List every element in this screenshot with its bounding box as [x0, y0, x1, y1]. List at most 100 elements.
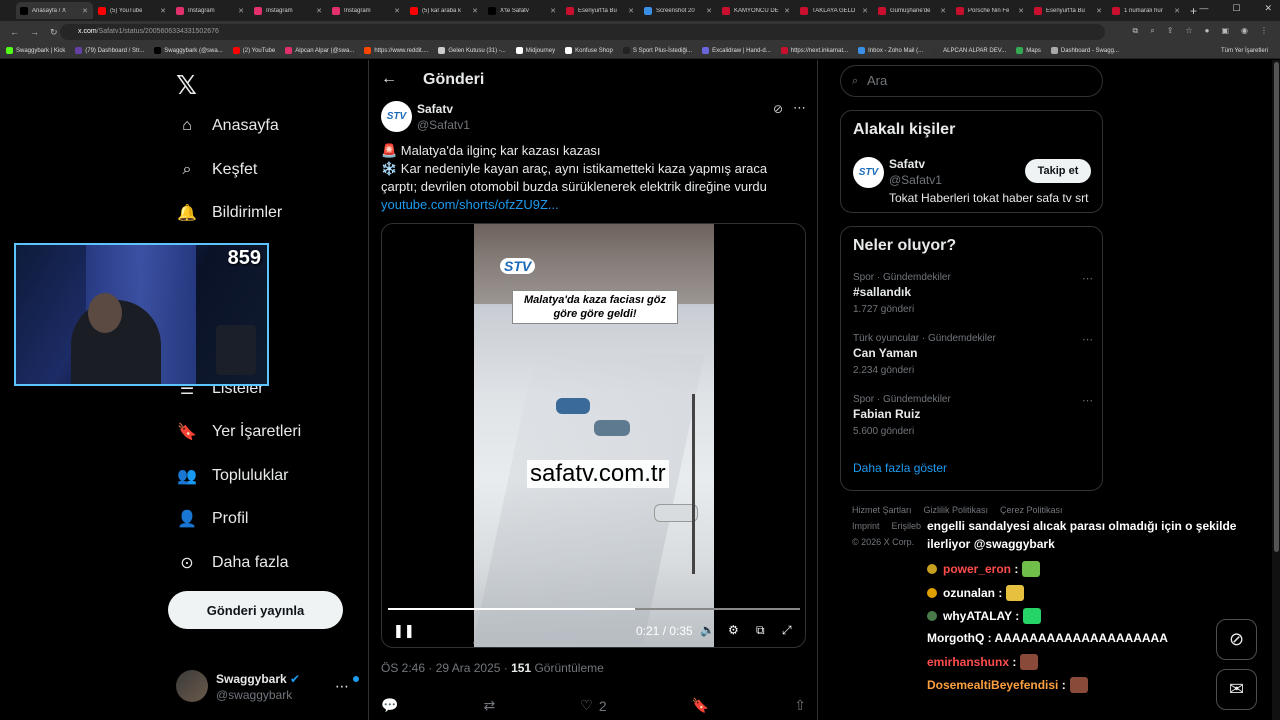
bookmark-item[interactable]: https://next.inkarnat...: [780, 47, 848, 54]
bookmark-item[interactable]: Swaggybark (@swa...: [154, 47, 223, 54]
browser-tab[interactable]: TAKLAYA GELD ✕: [796, 2, 873, 19]
page-scrollbar[interactable]: [1272, 60, 1280, 720]
browser-tab[interactable]: 1 numaralı hur ✕: [1108, 2, 1185, 19]
browser-tab[interactable]: Gümüşhane'de ✕: [874, 2, 951, 19]
tab-close-icon[interactable]: ✕: [940, 7, 946, 15]
browser-tab[interactable]: (5) kar araba k ✕: [406, 2, 483, 19]
repost-icon[interactable]: ⇄: [484, 697, 496, 714]
person-handle[interactable]: @Safatv1: [889, 173, 942, 187]
close-window-icon[interactable]: ✕: [1264, 3, 1272, 14]
grok-fab-icon[interactable]: ⊘: [1216, 619, 1257, 660]
bookmark-item[interactable]: S Sport Plus-İstediği...: [622, 47, 692, 54]
tab-close-icon[interactable]: ✕: [550, 7, 556, 15]
nav-item-profil[interactable]: 👤 Profil: [176, 508, 248, 530]
extensions-menu-icon[interactable]: ▣: [1221, 26, 1229, 36]
browser-tab[interactable]: Esenyurt'ta Bu ✕: [562, 2, 639, 19]
browser-tab[interactable]: (5) YouTube ✕: [94, 2, 171, 19]
follow-button[interactable]: Takip et: [1025, 159, 1091, 183]
trend-more-icon[interactable]: ⋯: [1082, 394, 1093, 407]
browser-tab[interactable]: Esenyurt'ta Bu ✕: [1030, 2, 1107, 19]
nav-item-ke-fet[interactable]: ⌕ Keşfet: [176, 159, 258, 181]
trend-more-icon[interactable]: ⋯: [1082, 333, 1093, 346]
post-link[interactable]: youtube.com/shorts/ofzZU9Z...: [381, 196, 801, 214]
person-avatar[interactable]: STV: [853, 157, 884, 188]
author-handle[interactable]: @Safatv1: [417, 118, 470, 132]
browser-tab[interactable]: KAMYONCU DE ✕: [718, 2, 795, 19]
show-more-link[interactable]: Daha fazla göster: [853, 461, 947, 475]
star-icon[interactable]: ☆: [1185, 26, 1192, 36]
footer-link[interactable]: Çerez Politikası: [1000, 505, 1063, 515]
post-more-icon[interactable]: ⋯: [793, 100, 806, 116]
nav-item-anasayfa[interactable]: ⌂ Anasayfa: [176, 115, 279, 137]
search-input[interactable]: ⌕ Ara: [840, 65, 1103, 97]
all-bookmarks[interactable]: Tüm Yer İşaretleri: [1221, 48, 1268, 54]
profile-icon[interactable]: ◉: [1241, 26, 1248, 36]
tab-close-icon[interactable]: ✕: [238, 7, 244, 15]
author-name[interactable]: Safatv: [417, 102, 453, 116]
new-tab-icon[interactable]: +: [1190, 4, 1197, 18]
browser-tab[interactable]: Instagram ✕: [250, 2, 327, 19]
pause-icon[interactable]: ❚❚: [393, 623, 415, 639]
tab-close-icon[interactable]: ✕: [82, 7, 88, 15]
share-post-icon[interactable]: ⇧: [794, 697, 806, 714]
browser-tab[interactable]: Anasayfa / X ✕: [16, 2, 93, 19]
more-icon[interactable]: ⋯: [335, 678, 349, 695]
nav-item-yer-i-aretleri[interactable]: 🔖 Yer İşaretleri: [176, 421, 301, 443]
volume-icon[interactable]: 🔈: [700, 623, 715, 637]
install-icon[interactable]: ⧉: [1133, 26, 1139, 36]
trend-item[interactable]: Spor · Gündemdekiler #sallandık 1.727 gönd…: [853, 272, 1093, 315]
tab-close-icon[interactable]: ✕: [706, 7, 712, 15]
footer-link[interactable]: Gizlilik Politikası: [924, 505, 989, 515]
tab-close-icon[interactable]: ✕: [472, 7, 478, 15]
video-player[interactable]: STV Malatya'da kaza faciası göz göre gör…: [381, 223, 806, 648]
tab-close-icon[interactable]: ✕: [784, 7, 790, 15]
reload-icon[interactable]: ↻: [50, 27, 60, 38]
zoom-icon[interactable]: ⌕: [1150, 26, 1154, 36]
browser-tab[interactable]: Screenshot 20 ✕: [640, 2, 717, 19]
bookmark-item[interactable]: Swaggybark | Kick: [6, 47, 65, 54]
browser-tab[interactable]: Instagram ✕: [328, 2, 405, 19]
tab-close-icon[interactable]: ✕: [1096, 7, 1102, 15]
url-field[interactable]: x.com/Safatv1/status/2005606334331502676: [60, 24, 1105, 40]
video-progress-bar[interactable]: [388, 608, 800, 610]
bookmark-item[interactable]: Alpcan Alpar (@swa...: [285, 47, 354, 54]
minimize-icon[interactable]: —: [1199, 3, 1208, 14]
tab-close-icon[interactable]: ✕: [1174, 7, 1180, 15]
trend-item[interactable]: Türk oyuncular · Gündemdekiler Can Yaman 2…: [853, 333, 1093, 376]
reply-icon[interactable]: 💬: [381, 697, 398, 714]
messages-fab-icon[interactable]: ✉: [1216, 669, 1257, 710]
tab-close-icon[interactable]: ✕: [628, 7, 634, 15]
tab-close-icon[interactable]: ✕: [316, 7, 322, 15]
maximize-icon[interactable]: ☐: [1232, 3, 1240, 14]
bookmark-item[interactable]: ALPCAN ALPAR DEV...: [933, 47, 1006, 54]
bookmark-item[interactable]: Maps: [1016, 47, 1041, 54]
extension-icon[interactable]: ●: [1205, 26, 1210, 36]
bookmark-item[interactable]: Konfuse Shop: [565, 47, 613, 54]
forward-icon[interactable]: →: [30, 27, 40, 37]
fullscreen-icon[interactable]: ⤢: [782, 623, 792, 638]
browser-tab[interactable]: Instagram ✕: [172, 2, 249, 19]
bookmark-item[interactable]: Dashboard - Swagg...: [1050, 47, 1119, 54]
footer-link[interactable]: Erişileb: [892, 521, 922, 531]
bookmark-item[interactable]: Inbox - Zoho Mail (...: [858, 47, 923, 54]
person-name[interactable]: Safatv: [889, 157, 925, 171]
browser-tab[interactable]: Porsche Nin Fe ✕: [952, 2, 1029, 19]
bookmark-item[interactable]: Excalidraw | Hand-d...: [702, 47, 771, 54]
menu-icon[interactable]: ⋮: [1260, 26, 1268, 36]
trend-more-icon[interactable]: ⋯: [1082, 272, 1093, 285]
x-logo-icon[interactable]: 𝕏: [176, 70, 197, 101]
settings-icon[interactable]: ⚙: [728, 623, 739, 637]
scrollbar-thumb[interactable]: [1274, 62, 1279, 552]
bookmark-item[interactable]: Midjourney: [515, 47, 555, 54]
share-icon[interactable]: ⇪: [1167, 26, 1174, 36]
tab-close-icon[interactable]: ✕: [160, 7, 166, 15]
nav-item-daha-fazla[interactable]: ⊙ Daha fazla: [176, 552, 288, 574]
trend-item[interactable]: Spor · Gündemdekiler Fabian Ruiz 5.600 gön…: [853, 394, 1093, 437]
nav-item-bildirimler[interactable]: 🔔 Bildirimler: [176, 202, 282, 224]
video-frame[interactable]: STV Malatya'da kaza faciası göz göre gör…: [473, 224, 714, 647]
bookmark-item[interactable]: Gelen Kutusu (31) -...: [438, 47, 506, 54]
post-button[interactable]: Gönderi yayınla: [168, 591, 343, 629]
like-button[interactable]: ♡ 2: [580, 697, 606, 714]
pip-icon[interactable]: ⧉: [756, 623, 765, 638]
bookmark-item[interactable]: (79) Dashboard / Str...: [75, 47, 144, 54]
